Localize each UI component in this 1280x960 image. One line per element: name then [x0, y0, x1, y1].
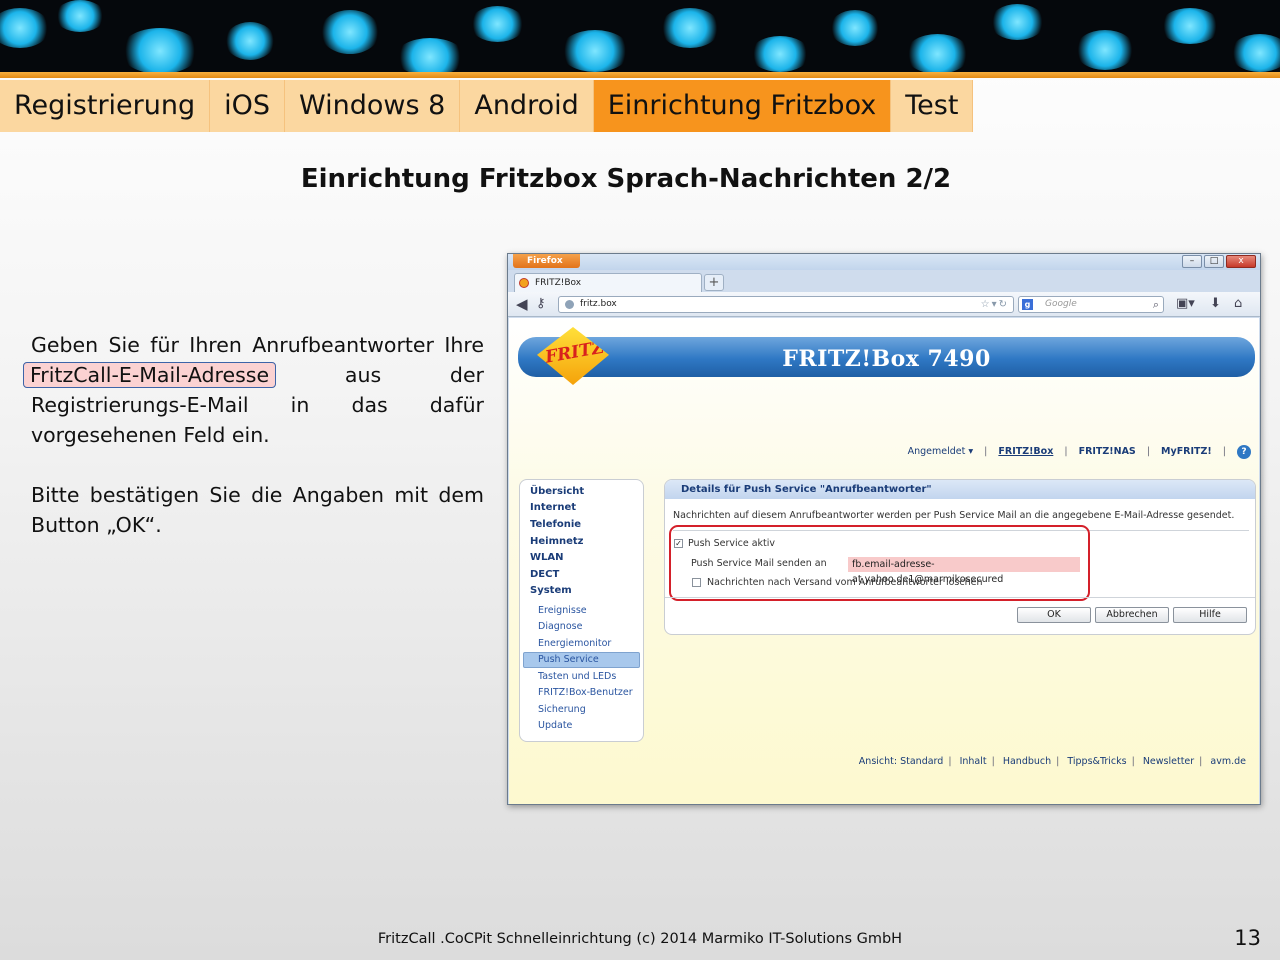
tab-android[interactable]: Android: [460, 80, 594, 132]
search-bar[interactable]: g Google ⌕: [1018, 296, 1164, 313]
tab-registrierung[interactable]: Registrierung: [0, 80, 211, 132]
browser-tab[interactable]: FRITZ!Box: [514, 273, 702, 292]
key-icon: ⚷: [536, 296, 546, 311]
browser-navbar: ◀ ⚷ fritz.box ☆▾↻ g Google ⌕ ▣▾ ⬇ ⌂: [508, 292, 1260, 317]
instructions: Geben Sie für Ihren Anrufbeantworter Ihr…: [23, 330, 484, 540]
sidebar-item-wlan[interactable]: WLAN: [530, 552, 564, 563]
minimize-button[interactable]: –: [1182, 255, 1202, 268]
home-icon[interactable]: ⌂: [1234, 297, 1242, 311]
nav-myfritz[interactable]: MyFRITZ!: [1161, 446, 1212, 457]
new-tab-button[interactable]: +: [704, 274, 724, 291]
google-icon: g: [1022, 299, 1033, 310]
footer-link-newsletter[interactable]: Newsletter: [1143, 756, 1194, 767]
sidebar-item-system[interactable]: System: [530, 585, 572, 596]
fritzbox-model: FRITZ!Box 7490: [782, 346, 991, 372]
url-bar[interactable]: fritz.box ☆▾↻: [558, 296, 1014, 313]
instruction-paragraph-1: Geben Sie für Ihren Anrufbeantworter Ihr…: [23, 330, 484, 450]
highlight-frame: [669, 525, 1090, 601]
download-icon[interactable]: ⬇: [1210, 297, 1221, 311]
sidebar-item-internet[interactable]: Internet: [530, 502, 576, 513]
page-number: 13: [1234, 926, 1261, 950]
instruction-text: Geben Sie für Ihren Anrufbeantworter Ihr…: [31, 333, 484, 357]
sidebar-item-uebersicht[interactable]: Übersicht: [530, 486, 584, 497]
url-text: fritz.box: [580, 299, 617, 309]
header-banner: [0, 0, 1280, 74]
sidebar-item-tasten-leds[interactable]: Tasten und LEDs: [538, 671, 616, 682]
sidebar-item-energiemonitor[interactable]: Energiemonitor: [538, 638, 611, 649]
sidebar-item-benutzer[interactable]: FRITZ!Box-Benutzer: [538, 687, 633, 698]
fritzbox-sidebar: Übersicht Internet Telefonie Heimnetz WL…: [519, 479, 644, 742]
tab-test[interactable]: Test: [891, 80, 974, 132]
browser-tabbar: FRITZ!Box +: [508, 270, 1260, 292]
maximize-button[interactable]: □: [1204, 255, 1224, 268]
sidebar-item-diagnose[interactable]: Diagnose: [538, 621, 582, 632]
browser-titlebar: Firefox – □ x: [508, 254, 1260, 270]
sidebar-item-telefonie[interactable]: Telefonie: [530, 519, 581, 530]
fritzbox-header: FRITZ!Box 7490: [518, 337, 1255, 377]
sidebar-item-dect[interactable]: DECT: [530, 569, 559, 580]
fritzbox-page: FRITZ!Box 7490 FRITZ! Angemeldet ▾ | FRI…: [509, 318, 1259, 804]
slide-footer: FritzCall .CoCPit Schnelleinrichtung (c)…: [377, 931, 903, 947]
browser-tab-title: FRITZ!Box: [535, 278, 582, 288]
section-tabs: Registrierung iOS Windows 8 Android Einr…: [0, 80, 974, 132]
search-placeholder: Google: [1045, 299, 1077, 309]
sidebar-item-update[interactable]: Update: [538, 720, 572, 731]
help-icon[interactable]: ?: [1237, 445, 1251, 459]
globe-icon: [565, 300, 574, 309]
tab-einrichtung-fritzbox[interactable]: Einrichtung Fritzbox: [593, 80, 892, 132]
back-icon[interactable]: ◀: [516, 297, 528, 312]
nav-fritznas[interactable]: FRITZ!NAS: [1079, 446, 1136, 457]
fritzbox-top-nav: Angemeldet ▾ | FRITZ!Box | FRITZ!NAS | M…: [509, 445, 1251, 459]
bookmarks-icon[interactable]: ▣▾: [1176, 297, 1195, 311]
divider: [665, 597, 1255, 598]
close-button[interactable]: x: [1226, 255, 1256, 268]
help-button[interactable]: Hilfe: [1173, 607, 1247, 623]
firefox-menu-button[interactable]: Firefox: [513, 254, 580, 268]
tab-windows-8[interactable]: Windows 8: [285, 80, 461, 132]
ok-button[interactable]: OK: [1017, 607, 1091, 623]
sidebar-item-push-service[interactable]: Push Service: [538, 654, 599, 665]
fritzbox-favicon-icon: [519, 278, 529, 288]
search-icon[interactable]: ⌕: [1153, 297, 1159, 312]
sidebar-item-heimnetz[interactable]: Heimnetz: [530, 536, 584, 547]
sidebar-item-ereignisse[interactable]: Ereignisse: [538, 605, 587, 616]
footer-link-tipps[interactable]: Tipps&Tricks: [1067, 756, 1126, 767]
fritzbox-footer-links: Ansicht: Standard | Inhalt | Handbuch | Tip…: [858, 756, 1246, 767]
push-service-panel: Details für Push Service "Anrufbeantwort…: [664, 479, 1256, 635]
nav-angemeldet[interactable]: Angemeldet ▾: [908, 446, 974, 457]
footer-link-inhalt[interactable]: Inhalt: [960, 756, 987, 767]
footer-link-avm[interactable]: avm.de: [1210, 756, 1246, 767]
banner-divider: [0, 72, 1280, 78]
page-title: Einrichtung Fritzbox Sprach-Nachrichten …: [300, 164, 952, 194]
tab-ios[interactable]: iOS: [210, 80, 286, 132]
highlighted-term: FritzCall-E-Mail-Adresse: [23, 362, 277, 388]
panel-description: Nachrichten auf diesem Anrufbeantworter …: [673, 510, 1235, 521]
sidebar-item-sicherung[interactable]: Sicherung: [538, 704, 586, 715]
url-actions-icon[interactable]: ☆▾↻: [981, 297, 1009, 312]
browser-window: Firefox – □ x FRITZ!Box + ◀ ⚷ fritz.box …: [507, 253, 1261, 805]
footer-link-handbuch[interactable]: Handbuch: [1003, 756, 1051, 767]
panel-title: Details für Push Service "Anrufbeantwort…: [665, 480, 1255, 499]
instruction-paragraph-2: Bitte bestätigen Sie die Angaben mit dem…: [31, 483, 484, 537]
nav-fritzbox[interactable]: FRITZ!Box: [998, 446, 1053, 457]
footer-link-ansicht[interactable]: Ansicht: Standard: [859, 756, 944, 767]
cancel-button[interactable]: Abbrechen: [1095, 607, 1169, 623]
